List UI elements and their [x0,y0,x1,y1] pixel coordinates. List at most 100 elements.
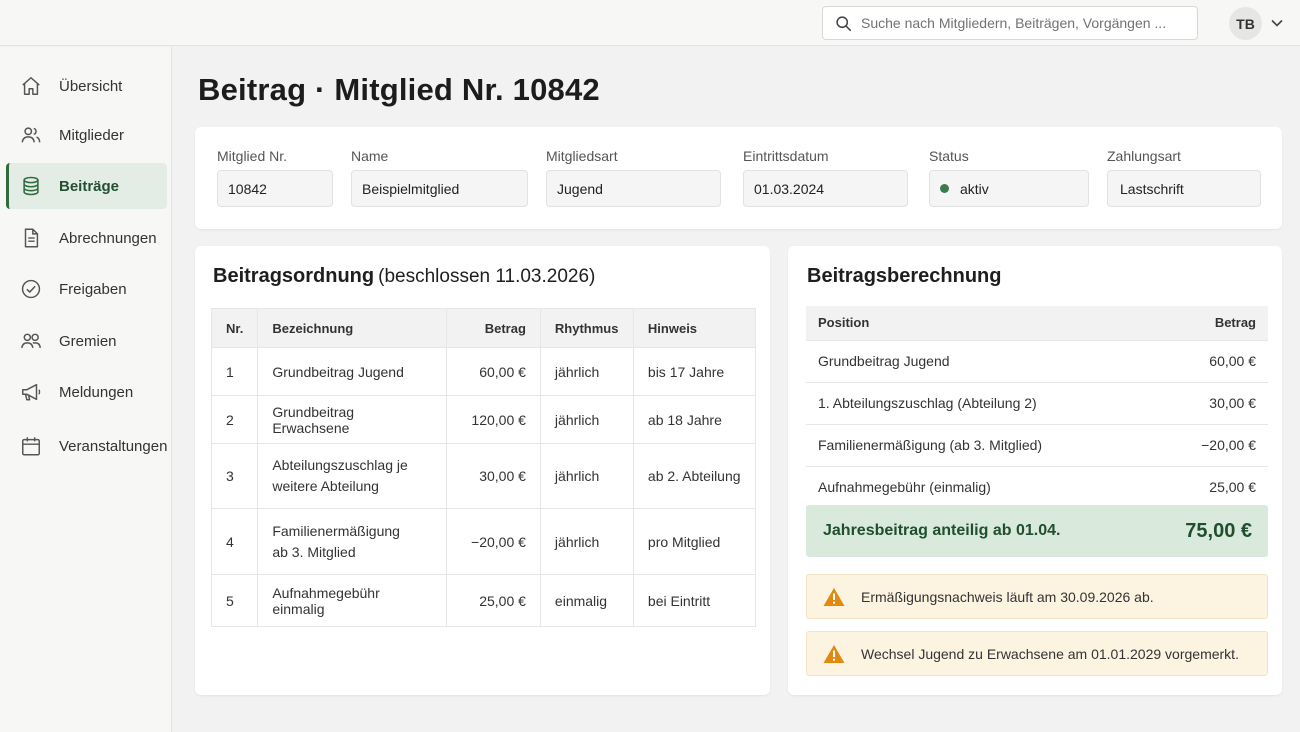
sidebar-item-beitraege[interactable]: Beiträge [6,163,167,209]
cell-bezeichnung-line1: Abteilungszuschlag je [272,457,408,473]
cell-position: 1. Abteilungszuschlag (Abteilung 2) [806,381,1148,424]
sidebar-item-meldungen[interactable]: Meldungen [6,369,167,415]
sidebar-item-label: Beiträge [59,177,120,195]
table-row[interactable]: 1. Abteilungszuschlag (Abteilung 2) 30,0… [806,381,1268,424]
cell-rhythmus: jährlich [539,395,634,444]
sidebar-item-abrechnungen[interactable]: Abrechnungen [6,215,167,261]
sidebar-item-veranstaltungen[interactable]: Veranstaltungen [6,423,167,469]
sidebar-item-label: Gremien [59,332,117,350]
payment-value[interactable]: Lastschrift [1107,170,1261,207]
table-row[interactable]: Grundbeitrag Jugend 60,00 € [806,339,1268,382]
warning-alert: Wechsel Jugend zu Erwachsene am 01.01.20… [806,631,1268,676]
total-row: Jahresbeitrag anteilig ab 01.04. 75,00 € [806,505,1268,557]
check-circle-icon [21,279,41,299]
database-icon [23,176,39,196]
cell-rhythmus: jährlich [539,347,634,396]
member-nr-value[interactable]: 10842 [217,170,333,207]
cell-bezeichnung-line1: Familienermäßigung [272,522,400,539]
payment-field: Zahlungsart Lastschrift [1107,148,1261,207]
table-row[interactable]: 5 Aufnahmegebühr einmalig 25,00 € einmal… [211,574,756,627]
beitragsberechnung-title: Beitragsberechnung [807,265,1002,287]
status-dot-icon [940,184,949,193]
member-nr-field: Mitglied Nr. 10842 [217,148,333,207]
home-icon [22,77,40,95]
table-header-row: Nr. Bezeichnung Betrag Rhythmus Hinweis [211,308,756,348]
beitragsordnung-title-text: Beitragsordnung [213,265,375,287]
table-row[interactable]: Familienermäßigung (ab 3. Mitglied) −20,… [806,423,1268,466]
cell-hinweis: pro Mitglied [632,508,756,575]
cell-betrag: 25,00 € [446,574,541,627]
total-value: 75,00 € [1185,519,1252,542]
col-betrag: Betrag [446,308,541,348]
status-badge[interactable]: aktiv [929,170,1089,207]
member-nr-label: Mitglied Nr. [217,148,288,164]
cell-bezeichnung: Grundbeitrag Jugend [257,347,447,396]
cell-nr: 4 [211,508,258,575]
table-header-row: Position Betrag [806,306,1268,340]
cell-bezeichnung: Aufnahmegebühr einmalig [257,574,447,627]
user-avatar[interactable]: TB [1229,7,1262,40]
col-nr: Nr. [211,308,258,348]
cell-position: Grundbeitrag Jugend [806,339,1148,382]
cell-bezeichnung: Familienermäßigung ab 3. Mitglied [257,508,447,575]
col-bezeichnung: Bezeichnung [257,308,447,348]
search-input[interactable] [861,15,1181,31]
chevron-down-icon[interactable] [1270,16,1284,30]
sidebar-item-mitglieder[interactable]: Mitglieder [6,112,167,158]
member-info-card: Mitglied Nr. 10842 Name Beispielmitglied… [195,127,1282,229]
name-label: Name [351,148,389,164]
cell-betrag: 60,00 € [446,347,541,396]
table-row[interactable]: 1 Grundbeitrag Jugend 60,00 € jährlich b… [211,347,756,396]
member-type-value[interactable]: Jugend [546,170,721,207]
sidebar-item-label: Abrechnungen [59,229,157,247]
beitragsordnung-title: Beitragsordnung (beschlossen 11.03.2026) [213,265,595,288]
entry-date-value[interactable]: 01.03.2024 [743,170,908,207]
beitragsordnung-table: Nr. Bezeichnung Betrag Rhythmus Hinweis … [211,308,756,627]
name-value[interactable]: Beispielmitglied [351,170,528,207]
cell-bezeichnung-line2: weitere Abteilung [272,478,379,494]
users-icon [21,127,41,143]
entry-date-field: Eintrittsdatum 01.03.2024 [743,148,908,207]
beitragsberechnung-card: Beitragsberechnung Position Betrag Grund… [788,246,1282,695]
group-icon [21,333,41,349]
cell-nr: 5 [211,574,258,627]
col-position: Position [806,306,1148,340]
cell-betrag: 30,00 € [446,443,541,509]
beitragsberechnung-table: Position Betrag Grundbeitrag Jugend 60,0… [806,306,1268,508]
col-rhythmus: Rhythmus [539,308,634,348]
sidebar-item-label: Freigaben [59,280,127,298]
megaphone-icon [22,383,41,401]
cell-nr: 3 [211,443,258,509]
cell-betrag: 120,00 € [446,395,541,444]
beitragsordnung-subtitle: (beschlossen 11.03.2026) [378,266,596,287]
member-type-label: Mitgliedsart [546,148,618,164]
cell-nr: 2 [211,395,258,444]
sidebar-item-uebersicht[interactable]: Übersicht [6,63,167,109]
table-row[interactable]: 4 Familienermäßigung ab 3. Mitglied −20,0… [211,508,756,575]
cell-nr: 1 [211,347,258,396]
beitragsordnung-card: Beitragsordnung (beschlossen 11.03.2026) … [195,246,770,695]
sidebar-item-gremien[interactable]: Gremien [6,318,167,364]
cell-betrag: 30,00 € [1148,381,1268,424]
sidebar-item-freigaben[interactable]: Freigaben [6,266,167,312]
cell-betrag: −20,00 € [1148,423,1268,466]
table-row[interactable]: 2 Grundbeitrag Erwachsene 120,00 € jährl… [211,395,756,444]
document-icon [24,228,39,248]
cell-hinweis: bis 17 Jahre [632,347,756,396]
col-betrag: Betrag [1148,306,1268,340]
cell-position: Aufnahmegebühr (einmalig) [806,465,1148,508]
cell-bezeichnung: Abteilungszuschlag je weitere Abteilung [257,443,447,509]
cell-bezeichnung: Grundbeitrag Erwachsene [257,395,447,444]
status-field: Status aktiv [929,148,1089,207]
warning-alert: Ermäßigungsnachweis läuft am 30.09.2026 … [806,574,1268,619]
status-value: aktiv [960,180,989,197]
table-row[interactable]: Aufnahmegebühr (einmalig) 25,00 € [806,465,1268,508]
name-field: Name Beispielmitglied [351,148,528,207]
search-box[interactable] [822,6,1198,40]
cell-bezeichnung-line2: ab 3. Mitglied [272,543,356,560]
table-row[interactable]: 3 Abteilungszuschlag je weitere Abteilung… [211,443,756,509]
member-type-field: Mitgliedsart Jugend [546,148,721,207]
col-hinweis: Hinweis [632,308,756,348]
sidebar-item-label: Mitglieder [59,126,125,144]
cell-betrag: 25,00 € [1148,465,1268,508]
